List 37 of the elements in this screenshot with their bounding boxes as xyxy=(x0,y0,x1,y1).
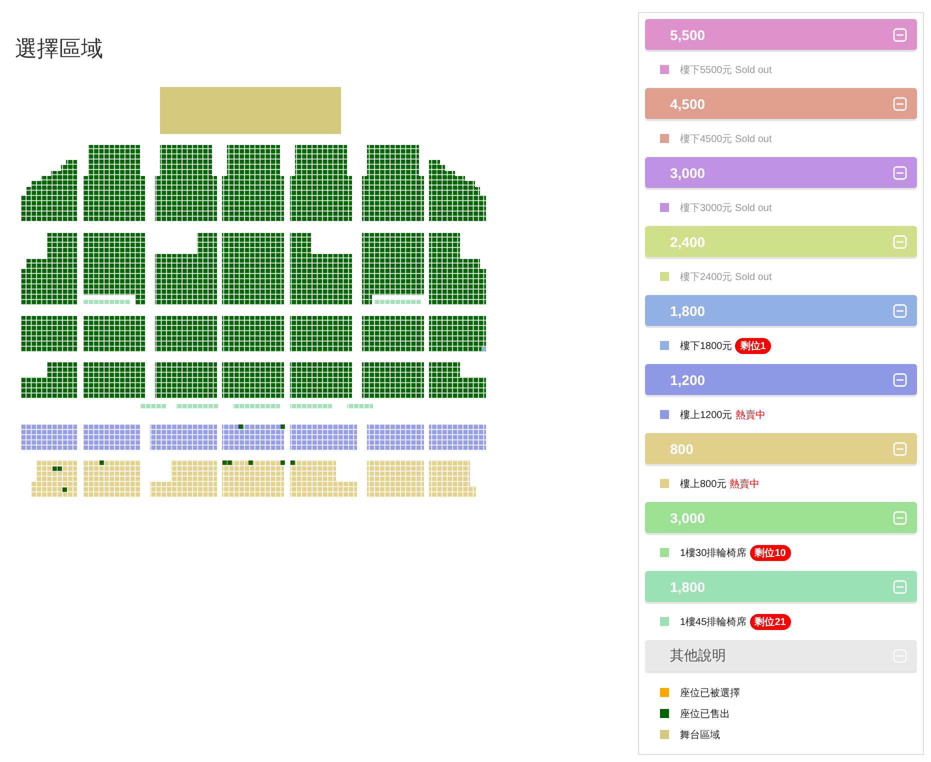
ticket-label: 舞台區域 xyxy=(680,728,720,742)
collapse-icon[interactable] xyxy=(893,28,907,42)
section-header[interactable]: 其他說明 xyxy=(645,640,917,671)
collapse-icon[interactable] xyxy=(893,510,907,524)
remaining-badge: 剩位1 xyxy=(735,338,771,354)
section-header[interactable]: 1,800 xyxy=(645,571,917,602)
collapse-icon[interactable] xyxy=(893,442,907,456)
ticket-label: 1樓30排輪椅席 xyxy=(680,546,747,560)
collapse-icon[interactable] xyxy=(893,580,907,594)
section-header[interactable]: 2,400 xyxy=(645,226,917,257)
section-header[interactable]: 3,000 xyxy=(645,502,917,533)
remaining-badge: 剩位10 xyxy=(750,544,791,560)
collapse-icon[interactable] xyxy=(893,96,907,110)
collapse-icon[interactable] xyxy=(893,304,907,318)
collapse-icon[interactable] xyxy=(893,372,907,386)
ticket-label: 樓下5500元 Sold out xyxy=(680,64,772,76)
collapse-icon[interactable] xyxy=(893,166,907,180)
section-header[interactable]: 1,200 xyxy=(645,364,917,395)
status-text: 熱賣中 xyxy=(735,408,766,422)
ticket-label: 樓上800元 xyxy=(680,478,727,490)
ticket-label: 座位已售出 xyxy=(680,708,730,720)
section-header[interactable]: 3,000 xyxy=(645,157,917,188)
section-header[interactable]: 5,500 xyxy=(645,19,917,50)
ticket-label: 樓下2400元 Sold out xyxy=(680,270,772,284)
ticket-label: 1樓45排輪椅席 xyxy=(680,616,747,628)
page-title: 選擇區域 xyxy=(15,35,104,63)
collapse-icon[interactable] xyxy=(893,234,907,248)
ticket-label: 樓下1800元 xyxy=(680,340,732,352)
section-header[interactable]: 800 xyxy=(645,433,917,464)
ticket-label: 樓下3000元 Sold out xyxy=(680,202,772,214)
section-header[interactable]: 4,500 xyxy=(645,88,917,119)
status-text: 熱賣中 xyxy=(730,478,760,490)
ticket-label: 樓上1200元 xyxy=(680,408,732,422)
ticket-label: 樓下4500元 Sold out xyxy=(680,132,772,146)
ticket-label: 座位已被選擇 xyxy=(680,686,740,700)
remaining-badge: 剩位21 xyxy=(750,614,791,630)
section-header[interactable]: 1,800 xyxy=(645,295,917,326)
